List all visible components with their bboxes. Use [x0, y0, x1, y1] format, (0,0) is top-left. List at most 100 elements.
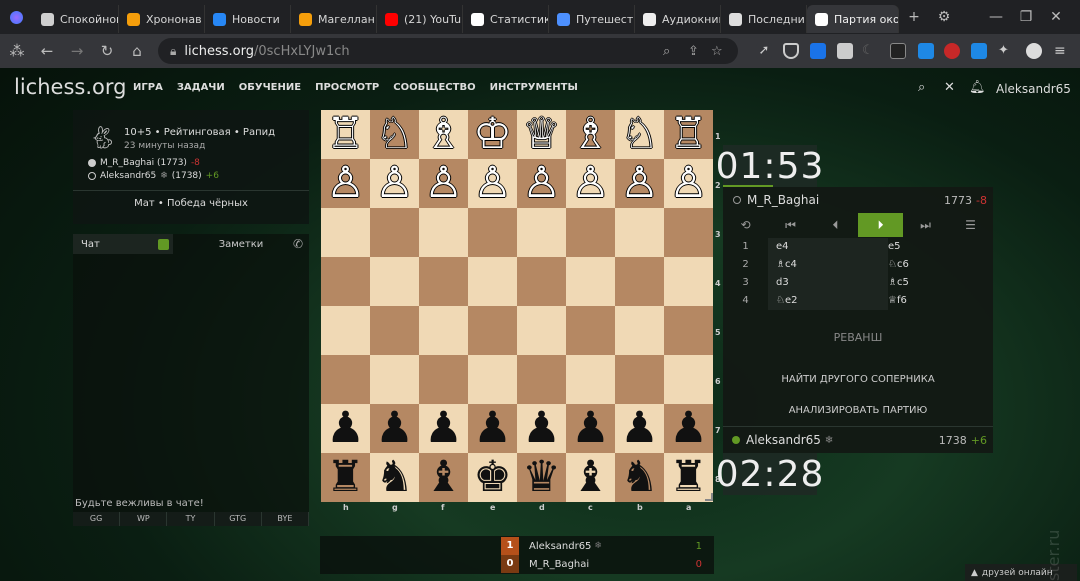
- board-square[interactable]: [517, 257, 566, 306]
- white-piece[interactable]: ♗: [571, 110, 610, 159]
- board-square[interactable]: [566, 306, 615, 355]
- search-icon[interactable]: ⌕: [918, 80, 925, 95]
- rematch-button[interactable]: РЕВАНШ: [723, 331, 993, 344]
- black-piece[interactable]: ♟: [424, 404, 463, 453]
- menu-hamburger-icon[interactable]: ☰: [948, 213, 993, 237]
- black-piece[interactable]: ♟: [522, 404, 561, 453]
- black-piece[interactable]: ♝: [571, 453, 610, 502]
- browser-tab[interactable]: (21) YouTub: [377, 5, 463, 33]
- board-square[interactable]: [664, 306, 713, 355]
- share-icon[interactable]: ⇪: [688, 44, 699, 59]
- board-square[interactable]: ♟: [419, 404, 468, 453]
- board-square[interactable]: ♙: [664, 159, 713, 208]
- white-piece[interactable]: ♙: [571, 159, 610, 208]
- board-square[interactable]: [468, 306, 517, 355]
- menu-item[interactable]: ПРОСМОТР: [315, 82, 379, 93]
- board-square[interactable]: [566, 208, 615, 257]
- white-piece[interactable]: ♙: [326, 159, 365, 208]
- puzzle-extensions-icon[interactable]: ✦: [998, 43, 1014, 59]
- flip-board-icon[interactable]: ⟲: [723, 213, 768, 237]
- me-name[interactable]: Aleksandr65: [746, 433, 821, 447]
- board-square[interactable]: [566, 355, 615, 404]
- phone-icon[interactable]: ✆: [293, 237, 303, 251]
- opponent-name[interactable]: M_R_Baghai: [747, 193, 819, 207]
- menu-item[interactable]: СООБЩЕСТВО: [393, 82, 475, 93]
- white-piece[interactable]: ♙: [375, 159, 414, 208]
- black-piece[interactable]: ♟: [669, 404, 708, 453]
- board-square[interactable]: [664, 208, 713, 257]
- white-move[interactable]: e4: [768, 238, 888, 256]
- browser-menu-icon[interactable]: [10, 10, 23, 24]
- white-move[interactable]: ♘e2: [768, 292, 888, 310]
- browser-tab[interactable]: Путешеств: [549, 5, 635, 33]
- first-move-button[interactable]: ⏮: [768, 213, 813, 237]
- quick-reply-button[interactable]: GG: [73, 512, 121, 526]
- camera-extension-icon[interactable]: [890, 43, 906, 59]
- black-piece[interactable]: ♟: [375, 404, 414, 453]
- board-square[interactable]: ♙: [566, 159, 615, 208]
- board-square[interactable]: [517, 355, 566, 404]
- tab-chat[interactable]: Чат: [73, 234, 173, 254]
- analyze-button[interactable]: АНАЛИЗИРОВАТЬ ПАРТИЮ: [723, 405, 993, 416]
- board-square[interactable]: [321, 306, 370, 355]
- board-square[interactable]: ♚: [468, 453, 517, 502]
- board-square[interactable]: [370, 306, 419, 355]
- board-square[interactable]: ♙: [321, 159, 370, 208]
- save-extension-icon[interactable]: [971, 43, 987, 59]
- zoom-icon[interactable]: ⌕: [663, 44, 670, 59]
- white-piece[interactable]: ♘: [375, 110, 414, 159]
- black-piece[interactable]: ♞: [375, 453, 414, 502]
- black-piece[interactable]: ♟: [571, 404, 610, 453]
- url-field[interactable]: 🔒︎ lichess.org/0scHxLYJw1ch ⌕ ⇪ ☆: [158, 38, 738, 64]
- score-player-name[interactable]: M_R_Baghai: [529, 559, 589, 570]
- board-square[interactable]: ♟: [566, 404, 615, 453]
- black-move[interactable]: ♘c6: [888, 256, 993, 274]
- board-square[interactable]: ♔: [468, 110, 517, 159]
- board-square[interactable]: ♘: [615, 110, 664, 159]
- board-square[interactable]: [615, 208, 664, 257]
- rocket-extension-icon[interactable]: ➚: [756, 43, 772, 59]
- black-piece[interactable]: ♟: [473, 404, 512, 453]
- chess-board[interactable]: ♖ ♘ ♗ ♔ ♕ ♗ ♘ ♖ ♙ ♙ ♙ ♙ ♙ ♙ ♙ ♙ ♟ ♟ ♟ ♟ ♟ ♟ ♟ ♟ ♜ ♞ ♝ ♚ ♛ ♝ ♞ ♜: [321, 110, 713, 502]
- tab-notes[interactable]: Заметки ✆: [173, 234, 309, 254]
- board-square[interactable]: ♙: [615, 159, 664, 208]
- board-square[interactable]: [321, 355, 370, 404]
- browser-tab[interactable]: Статистик: [463, 5, 549, 33]
- board-square[interactable]: ♖: [321, 110, 370, 159]
- board-square[interactable]: [419, 257, 468, 306]
- board-square[interactable]: ♗: [566, 110, 615, 159]
- board-square[interactable]: [468, 208, 517, 257]
- white-piece[interactable]: ♔: [473, 110, 512, 159]
- browser-tab[interactable]: Хрононав: [119, 5, 205, 33]
- board-square[interactable]: ♙: [517, 159, 566, 208]
- player2-name[interactable]: Aleksandr65: [100, 171, 156, 181]
- board-square[interactable]: ♜: [321, 453, 370, 502]
- reload-icon[interactable]: ↻: [92, 42, 122, 60]
- white-piece[interactable]: ♖: [326, 110, 365, 159]
- board-square[interactable]: ♙: [370, 159, 419, 208]
- black-move[interactable]: ♗c5: [888, 274, 993, 292]
- board-square[interactable]: [370, 257, 419, 306]
- close-window-icon[interactable]: ✕: [1041, 9, 1071, 25]
- last-move-button[interactable]: ⏭: [903, 213, 948, 237]
- white-piece[interactable]: ♙: [522, 159, 561, 208]
- board-square[interactable]: [321, 257, 370, 306]
- board-square[interactable]: ♕: [517, 110, 566, 159]
- white-piece[interactable]: ♕: [522, 110, 561, 159]
- board-square[interactable]: [664, 257, 713, 306]
- board-square[interactable]: [370, 355, 419, 404]
- score-player-name[interactable]: Aleksandr65: [529, 541, 591, 552]
- black-piece[interactable]: ♝: [424, 453, 463, 502]
- shield-extension-icon[interactable]: [783, 43, 799, 59]
- board-square[interactable]: ♟: [468, 404, 517, 453]
- maximize-icon[interactable]: ❐: [1011, 9, 1041, 25]
- black-piece[interactable]: ♜: [326, 453, 365, 502]
- next-move-button[interactable]: ⏵: [858, 213, 903, 237]
- username-link[interactable]: Aleksandr65: [996, 82, 1071, 96]
- board-square[interactable]: [468, 257, 517, 306]
- back-icon[interactable]: ←: [32, 42, 62, 60]
- white-piece[interactable]: ♙: [620, 159, 659, 208]
- board-square[interactable]: ♟: [664, 404, 713, 453]
- browser-tab[interactable]: Спокойнок: [33, 5, 119, 33]
- white-piece[interactable]: ♖: [669, 110, 708, 159]
